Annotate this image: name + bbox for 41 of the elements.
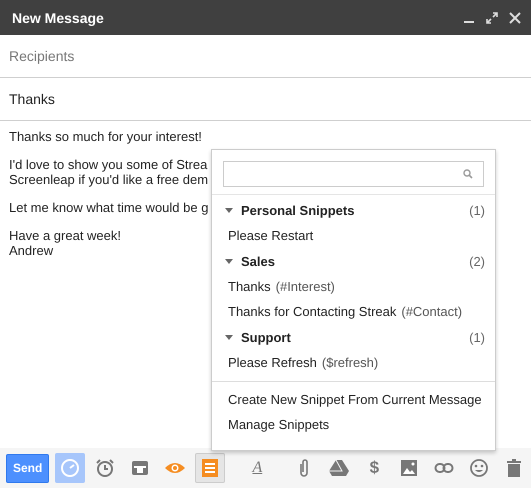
snippet-item[interactable]: Thanks for Contacting Streak (#Contact)	[212, 299, 495, 324]
group-title[interactable]: Personal Snippets	[241, 202, 470, 218]
paperclip-icon	[298, 458, 310, 478]
snippet-item[interactable]: Please Refresh ($refresh)	[212, 350, 495, 375]
format-button[interactable]: A	[242, 453, 272, 483]
search-field[interactable]	[223, 161, 484, 187]
body-text: Thanks so much for your interest!	[9, 129, 202, 144]
group-count: (2)	[469, 254, 485, 268]
image-icon	[400, 459, 418, 477]
alarm-clock-icon	[95, 458, 116, 478]
group-count: (1)	[469, 330, 485, 344]
recipients-field[interactable]: Recipients	[0, 48, 531, 64]
menu-action[interactable]: Create New Snippet From Current Message	[212, 387, 495, 412]
caret-icon[interactable]	[225, 258, 233, 264]
money-button[interactable]: $	[359, 453, 390, 483]
trash-icon	[507, 459, 522, 477]
group-title[interactable]: Support	[241, 330, 470, 344]
close-icon[interactable]	[509, 12, 521, 24]
snippet-item[interactable]: Please Restart	[212, 223, 495, 248]
snippet-item[interactable]: Thanks (#Interest)	[212, 274, 495, 299]
window-title: New Message	[12, 10, 104, 26]
caret-icon[interactable]	[225, 334, 233, 340]
triangle-icon	[329, 459, 350, 477]
smiley-icon	[469, 458, 490, 478]
expand-icon[interactable]	[486, 12, 498, 24]
body-text: Andrew	[9, 243, 54, 258]
menu-action[interactable]: Manage Snippets	[212, 412, 495, 437]
link-icon	[434, 462, 454, 474]
group-count: (1)	[469, 202, 485, 218]
template-icon	[130, 458, 150, 478]
subject-field[interactable]: Thanks	[0, 91, 531, 107]
body-text: Screenleap if you'd like a free dem	[9, 172, 208, 187]
body-text: I'd love to show you some of Strea	[9, 157, 208, 172]
caret-icon[interactable]	[225, 208, 233, 212]
group-title[interactable]: Sales	[241, 254, 470, 268]
body-text: Have a great week!	[9, 228, 122, 243]
snippets-button[interactable]	[195, 453, 226, 483]
search-icon	[463, 169, 473, 179]
list-icon	[201, 458, 220, 478]
clock-icon	[60, 458, 80, 478]
body-text: Let me know what time would be g	[9, 200, 208, 215]
